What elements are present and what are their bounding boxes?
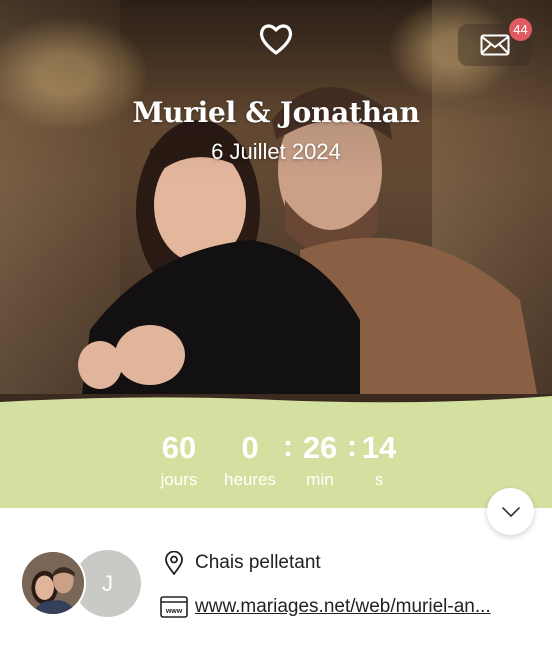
unread-badge: 44 bbox=[509, 18, 532, 41]
envelope-icon bbox=[480, 34, 510, 56]
wedding-date: 6 Juillet 2024 bbox=[211, 139, 341, 164]
countdown-seconds: 14 s bbox=[360, 431, 398, 491]
countdown-hours-label: heures bbox=[224, 470, 276, 489]
chevron-down-icon bbox=[501, 506, 520, 517]
couple-names: Muriel & Jonathan bbox=[132, 96, 420, 129]
countdown-band: 60 jours 0 heures : 26 min : 14 s bbox=[0, 394, 552, 508]
map-pin-icon bbox=[160, 550, 188, 576]
countdown-minutes-value: 26 bbox=[302, 430, 338, 465]
countdown-separator: : bbox=[347, 430, 357, 463]
countdown-hours-value: 0 bbox=[241, 430, 259, 465]
website-link[interactable]: www.mariages.net/web/muriel-an... bbox=[195, 596, 491, 618]
venue-name: Chais pelletant bbox=[195, 552, 321, 573]
venue-row: Chais pelletant bbox=[160, 550, 321, 576]
countdown-days: 60 jours bbox=[150, 431, 208, 491]
heart-icon bbox=[258, 22, 294, 56]
countdown-hours: 0 heures bbox=[216, 431, 284, 491]
countdown-seconds-value: 14 bbox=[361, 430, 397, 465]
svg-text:www: www bbox=[165, 608, 183, 615]
wave-divider bbox=[0, 394, 552, 412]
countdown-minutes-label: min bbox=[306, 470, 334, 489]
countdown-seconds-label: s bbox=[374, 470, 384, 489]
website-row[interactable]: www www.mariages.net/web/muriel-an... bbox=[160, 594, 491, 620]
scroll-down-button[interactable] bbox=[487, 488, 534, 535]
countdown-separator: : bbox=[283, 430, 293, 463]
couple-avatar[interactable] bbox=[20, 550, 86, 616]
countdown-days-value: 60 bbox=[161, 430, 197, 465]
countdown-minutes: 26 min bbox=[298, 431, 342, 491]
www-icon: www bbox=[160, 594, 188, 620]
countdown-days-label: jours bbox=[160, 470, 198, 489]
